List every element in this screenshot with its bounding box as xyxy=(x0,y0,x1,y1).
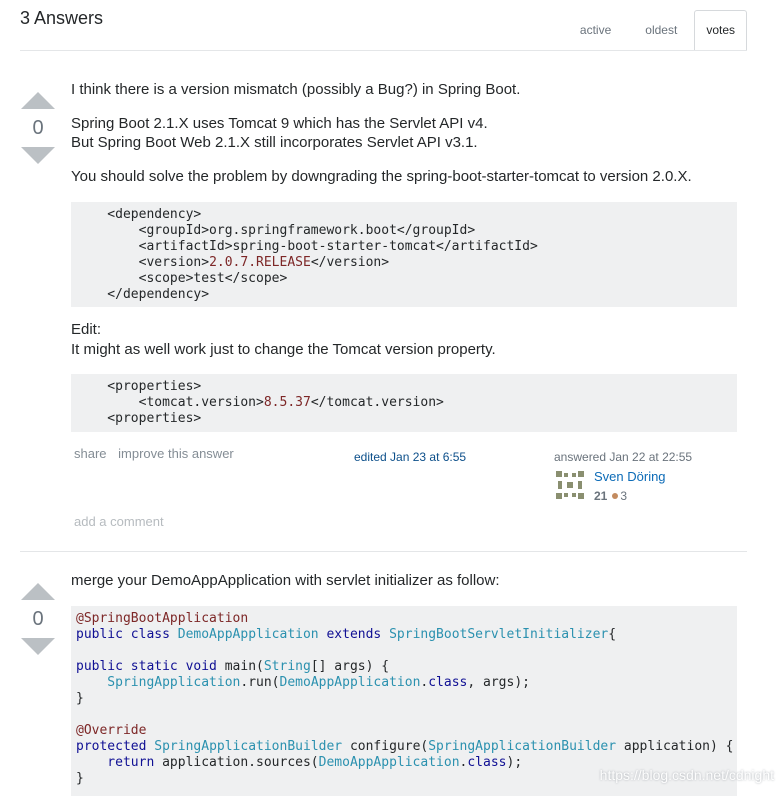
vote-count: 0 xyxy=(32,608,44,630)
bronze-badge-count: 3 xyxy=(620,489,628,503)
tab-votes[interactable]: votes xyxy=(694,10,747,51)
answered-timestamp: answered Jan 22 at 22:55 xyxy=(554,450,693,464)
improve-answer-link[interactable]: improve this answer xyxy=(118,446,234,461)
tab-oldest[interactable]: oldest xyxy=(628,12,694,51)
header-divider xyxy=(20,50,747,51)
bronze-badge-icon xyxy=(612,492,619,499)
tab-active[interactable]: active xyxy=(563,12,628,51)
downvote-arrow-icon[interactable] xyxy=(21,147,55,164)
edit-text: It might as well work just to change the… xyxy=(71,341,496,358)
code-block-dependency: <dependency> <groupId>org.springframewor… xyxy=(71,202,737,307)
avatar[interactable] xyxy=(554,469,586,501)
user-stats: 21 3 xyxy=(594,487,627,505)
downvote-arrow-icon[interactable] xyxy=(21,638,55,655)
answer2-para1: merge your DemoAppApplication with servl… xyxy=(71,572,500,589)
answers-count-title: 3 Answers xyxy=(20,8,104,28)
code-block-properties: <properties> <tomcat.version>8.5.37</tom… xyxy=(71,374,737,432)
answer1-para1: I think there is a version mismatch (pos… xyxy=(71,81,521,98)
answer1-para2a: Spring Boot 2.1.X uses Tomcat 9 which ha… xyxy=(71,115,488,132)
edit-label: Edit: xyxy=(71,321,102,338)
upvote-arrow-icon[interactable] xyxy=(21,583,55,600)
add-comment-link[interactable]: add a comment xyxy=(74,514,164,529)
answer1-vote-cell: 0 xyxy=(18,92,58,164)
answer1-para2b: But Spring Boot Web 2.1.X still incorpor… xyxy=(71,134,478,151)
watermark: https://blog.csdn.net/cdnight xyxy=(599,767,774,783)
answer-divider xyxy=(20,551,747,552)
upvote-arrow-icon[interactable] xyxy=(21,92,55,109)
reputation: 21 xyxy=(594,489,608,503)
sort-tabs: active oldest votes xyxy=(563,10,747,51)
answer1-para3: You should solve the problem by downgrad… xyxy=(71,168,692,185)
vote-count: 0 xyxy=(32,117,44,139)
answer2-vote-cell: 0 xyxy=(18,583,58,655)
share-link[interactable]: share xyxy=(74,446,107,461)
edited-link[interactable]: edited Jan 23 at 6:55 xyxy=(354,450,466,464)
user-name-link[interactable]: Sven Döring xyxy=(594,469,666,484)
post-menu: share improve this answer xyxy=(74,446,242,461)
